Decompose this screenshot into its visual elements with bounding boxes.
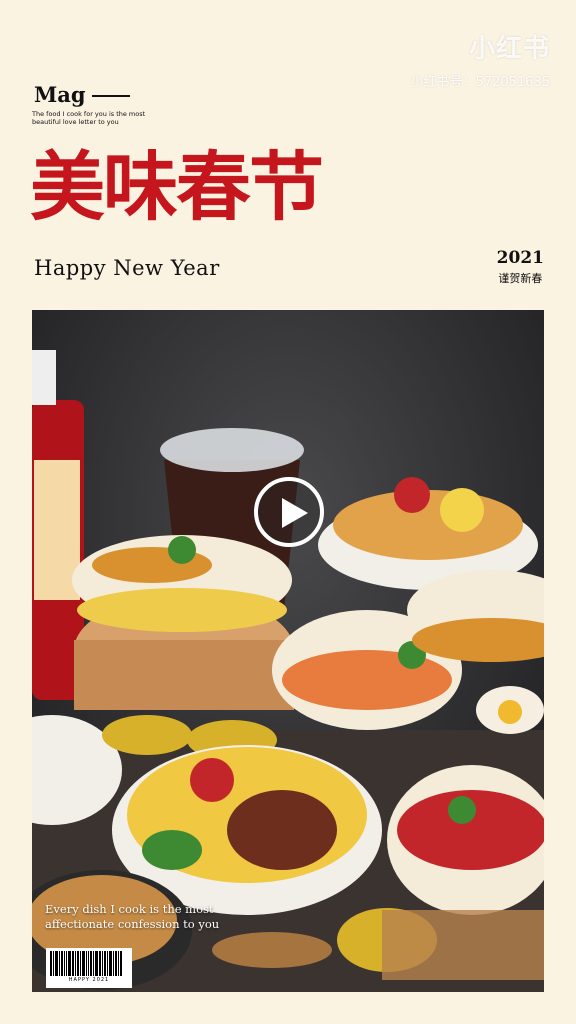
barcode-bars [50, 951, 128, 976]
food-illustration [32, 310, 544, 992]
mag-label: Mag [34, 82, 86, 107]
page-title: 美味春节 [30, 143, 324, 231]
barcode-text: HAPPY 2021 [68, 977, 110, 983]
mag-tagline: The food I cook for you is the most beau… [32, 110, 146, 126]
food-photo [32, 310, 544, 992]
play-button[interactable] [254, 477, 324, 547]
barcode: HAPPY 2021 [46, 948, 132, 988]
year-number: 2021 [496, 248, 544, 268]
page-subtitle: Happy New Year [34, 256, 220, 280]
year-subtitle: 谨贺新春 [498, 272, 543, 285]
year-block: 2021 谨贺新春 [497, 248, 544, 286]
photo-caption: Every dish I cook is the most affectiona… [45, 902, 220, 931]
mag-divider [92, 95, 130, 97]
xiaohongshu-logo: 小红书 [468, 34, 550, 64]
user-id: 小红书号：572051635 [410, 75, 550, 90]
watermark: 小红书 小红书号：572051635 [411, 28, 550, 90]
